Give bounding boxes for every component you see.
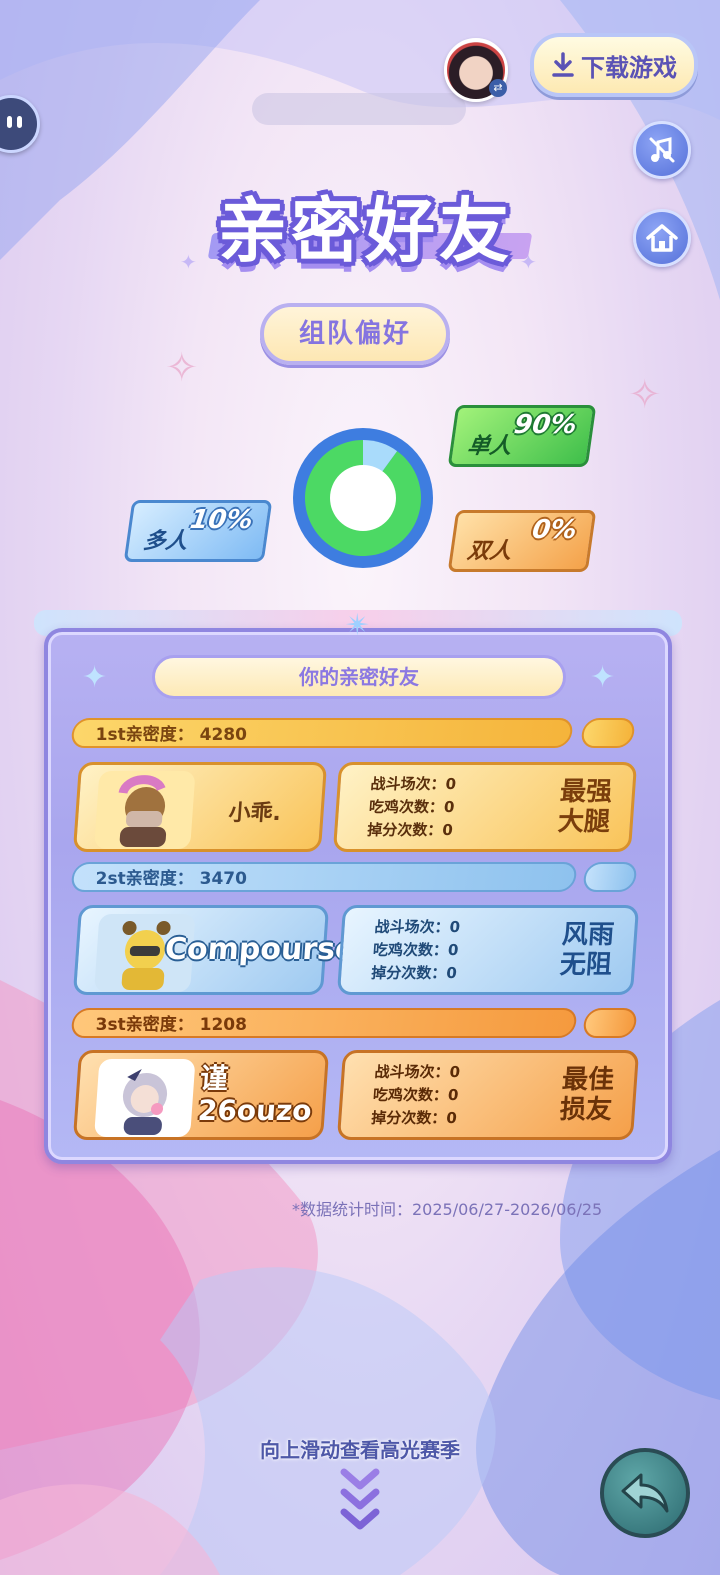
lost-points-stat: 掉分次数：0 (370, 1109, 458, 1127)
donut-hole (330, 465, 396, 531)
chevron-down-icon[interactable] (338, 1466, 382, 1536)
back-button[interactable] (600, 1448, 690, 1538)
panel-star-icon: ✴ (345, 608, 371, 643)
download-game-button[interactable]: 下载游戏 (530, 33, 698, 97)
rank-bar-1: 1st亲密度： 4280 (69, 718, 575, 748)
friend-card-1[interactable]: 小乖. (72, 762, 328, 852)
friend-name-line2: 26ouzo (196, 1094, 313, 1127)
rank-bar-3: 3st亲密度： 1208 (69, 1008, 579, 1038)
friend-badge: 最强 大腿 (553, 777, 617, 837)
battles-stat: 战斗场次：0 (373, 1063, 461, 1081)
rank-bar-2: 2st亲密度： 3470 (69, 862, 579, 892)
badge-line2: 损友 (558, 1095, 613, 1125)
duo-bubble: 0% 双人 (447, 510, 597, 572)
lost-points-stat: 掉分次数：0 (366, 821, 454, 839)
music-toggle-button[interactable] (633, 121, 691, 179)
friend-avatar (94, 1059, 196, 1137)
home-icon (646, 224, 678, 252)
friend-name: 小乖. (227, 801, 282, 826)
rank-label: 3st亲密度： (95, 1015, 194, 1035)
back-arrow-icon (621, 1473, 669, 1513)
friend-name-line1: 谨 (199, 1062, 230, 1095)
badge-line1: 风雨 (560, 920, 616, 950)
sparkle-icon: ✦ (180, 250, 197, 274)
badge-line1: 最强 (558, 777, 614, 807)
friend-stats-card-2: 战斗场次：0 吃鸡次数：0 掉分次数：0 风雨 无阻 (336, 905, 640, 995)
friend-badge: 风雨 无阻 (555, 920, 619, 980)
diamond-icon: ✧ (628, 372, 662, 418)
download-icon (552, 52, 574, 77)
user-avatar[interactable]: ⇄ (444, 38, 508, 102)
friend-name: 谨 26ouzo (196, 1062, 315, 1127)
solo-label: 单人 (465, 434, 514, 459)
wins-stat: 吃鸡次数：0 (368, 798, 456, 816)
lost-points-stat: 掉分次数：0 (370, 964, 458, 982)
wins-stat: 吃鸡次数：0 (372, 1086, 460, 1104)
diamond-icon: ✧ (165, 345, 199, 391)
swipe-hint: 向上滑动查看高光赛季 (260, 1438, 460, 1462)
badge-line2: 大腿 (556, 807, 611, 837)
page-title: 亲密好友 (217, 190, 513, 272)
friend-name: Compourse. (163, 932, 368, 967)
battles-stat: 战斗场次：0 (373, 918, 461, 936)
section-label: 组队偏好 (260, 303, 450, 365)
swap-icon[interactable]: ⇄ (489, 79, 507, 97)
search-pill[interactable] (252, 93, 466, 125)
download-label: 下载游戏 (581, 53, 677, 82)
battles-stat: 战斗场次：0 (369, 775, 457, 793)
music-off-icon (649, 137, 675, 163)
intimacy-value: 1208 (199, 1015, 247, 1035)
solo-percent: 90% (512, 410, 579, 440)
squad-label: 多人 (141, 529, 190, 554)
friend-card-2[interactable]: Compourse. (72, 905, 368, 995)
badge-line2: 无阻 (558, 950, 613, 980)
duo-label: 双人 (465, 539, 514, 564)
page-title-banner: 亲密好友 (200, 175, 533, 285)
friends-panel-header: 你的亲密好友 (152, 655, 566, 699)
badge-line1: 最佳 (560, 1065, 616, 1095)
home-button[interactable] (633, 209, 691, 267)
squad-percent: 10% (188, 505, 255, 535)
wins-stat: 吃鸡次数：0 (372, 941, 460, 959)
intimacy-value: 3470 (199, 869, 247, 889)
intimacy-value: 4280 (199, 725, 247, 745)
friend-avatar (94, 771, 196, 849)
solo-bubble: 90% 单人 (447, 405, 597, 467)
panel-star-icon: ✦ (590, 660, 616, 695)
friend-card-3[interactable]: 谨 26ouzo (72, 1050, 330, 1140)
rank-label: 1st亲密度： (95, 725, 194, 745)
panel-star-icon: ✦ (82, 660, 108, 695)
duo-percent: 0% (530, 515, 579, 545)
friend-badge: 最佳 损友 (555, 1065, 619, 1125)
team-preference-donut (293, 428, 433, 568)
sparkle-icon: ✦ (520, 250, 537, 274)
data-date-range: *数据统计时间：2025/06/27-2026/06/25 (292, 1200, 603, 1219)
rank-label: 2st亲密度： (95, 869, 194, 889)
friend-stats-card-3: 战斗场次：0 吃鸡次数：0 掉分次数：0 最佳 损友 (336, 1050, 640, 1140)
friend-stats-card-1: 战斗场次：0 吃鸡次数：0 掉分次数：0 最强 大腿 (332, 762, 638, 852)
squad-bubble: 10% 多人 (123, 500, 273, 562)
